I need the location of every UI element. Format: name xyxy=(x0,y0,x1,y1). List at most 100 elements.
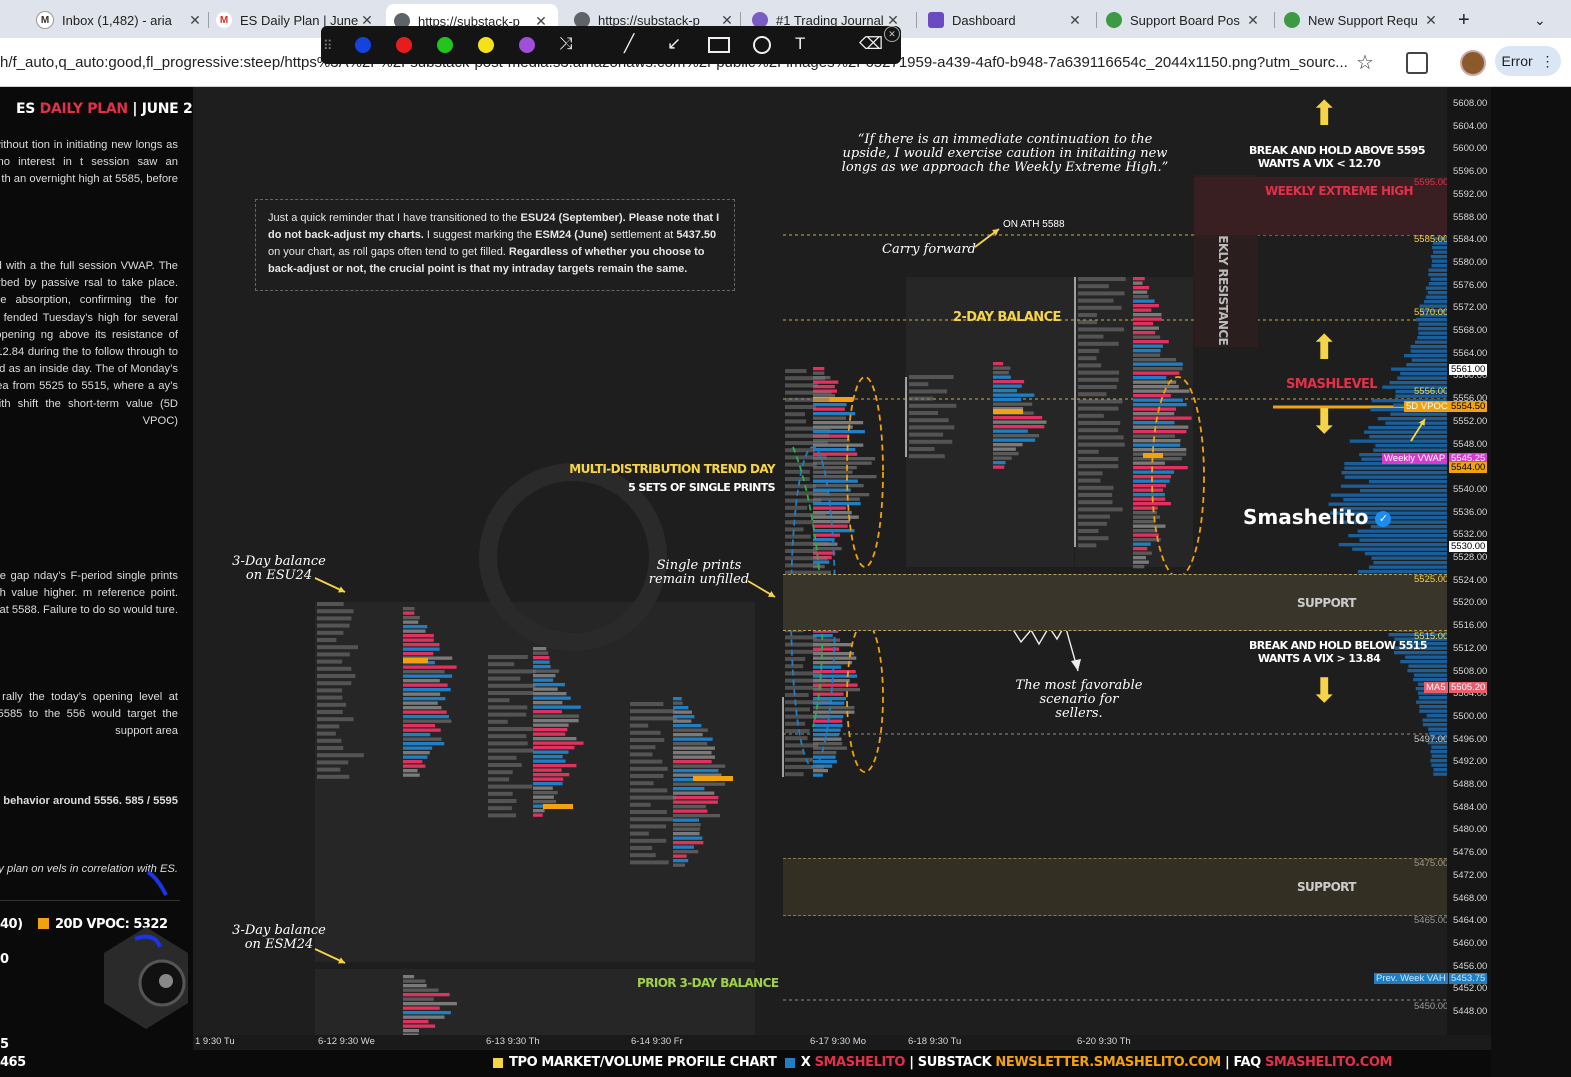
volume-bar xyxy=(673,850,699,854)
toolbar-close-icon[interactable]: ✕ xyxy=(884,26,900,42)
volume-profile-bar xyxy=(1407,669,1447,673)
tpo-letters xyxy=(488,806,512,811)
volume-bar xyxy=(993,393,1035,397)
color-green-swatch[interactable] xyxy=(437,37,453,53)
time-axis[interactable]: 1 9:30 Tu 6-12 9:30 We 6-13 9:30 Th 6-14 9:… xyxy=(193,1035,1447,1050)
volume-bar xyxy=(813,692,844,696)
volume-profile-bar xyxy=(1349,439,1447,443)
multi-distribution-label: MULTI-DISTRIBUTION TREND DAY xyxy=(569,462,775,476)
three-day-esu-label: 3-Day balance on ESU24 xyxy=(232,554,326,583)
volume-profile-bar xyxy=(1368,426,1447,430)
extensions-icon[interactable] xyxy=(1406,52,1428,74)
footer-swatch xyxy=(784,1057,795,1068)
close-icon[interactable]: ✕ xyxy=(1066,12,1084,29)
tpo-letters xyxy=(1078,421,1121,425)
shuffle-icon[interactable]: ⤨ xyxy=(559,34,573,54)
support-label: SUPPORT xyxy=(1297,880,1356,894)
tab-support-board[interactable]: Support Board Pos ✕ xyxy=(1106,6,1262,34)
tpo-letters xyxy=(785,541,829,546)
text-tool-icon[interactable]: T xyxy=(795,34,805,54)
avatar[interactable] xyxy=(1460,50,1486,76)
verified-badge-icon: ✓ xyxy=(1375,511,1392,527)
tpo-letters xyxy=(630,766,668,771)
price-tick: 5496.00 xyxy=(1453,733,1488,745)
volume-bar xyxy=(993,366,1011,370)
color-purple-swatch[interactable] xyxy=(519,37,535,53)
level-label: 5515.00 xyxy=(1414,631,1447,642)
price-axis[interactable]: 5608.00 5604.00 5600.00 5596.00 5592.00 5588.… xyxy=(1447,87,1491,1035)
volume-bar xyxy=(673,742,708,746)
volume-profile-bar xyxy=(1433,768,1447,772)
rectangle-tool-icon[interactable] xyxy=(708,37,730,53)
tpo-letters xyxy=(630,752,653,757)
volume-bar xyxy=(673,760,712,764)
volume-bar xyxy=(1133,484,1167,488)
footer-link[interactable]: SMASHELITO.COM xyxy=(1265,1055,1393,1070)
volume-bar xyxy=(1133,556,1146,560)
tpo-letters xyxy=(1078,392,1107,397)
break-below-label: BREAK AND HOLD BELOW 5515 WANTS A VIX > 1… xyxy=(1249,639,1427,665)
tpo-letters xyxy=(317,602,344,606)
eraser-icon[interactable]: ⌫ xyxy=(859,34,883,54)
price-tick: 5480.00 xyxy=(1453,824,1488,836)
price-tick: 5588.00 xyxy=(1453,211,1488,223)
tpo-letters xyxy=(1078,485,1114,490)
volume-bar xyxy=(533,656,550,660)
time-tick: 6-20 9:30 Th xyxy=(1077,1036,1131,1047)
tpo-letters xyxy=(785,462,817,467)
close-icon[interactable]: ✕ xyxy=(1244,12,1262,29)
volume-bar xyxy=(1133,497,1166,501)
arrow-tool-icon[interactable]: ↙ xyxy=(667,34,681,54)
tpo-letters xyxy=(785,469,810,474)
volume-profile-bar xyxy=(1373,448,1447,452)
new-tab-button[interactable]: + xyxy=(1458,6,1478,34)
vpoc-bar xyxy=(403,658,428,663)
line-tool-icon[interactable]: ╱ xyxy=(624,34,634,54)
color-red-swatch[interactable] xyxy=(396,37,412,53)
volume-bar xyxy=(813,407,845,411)
tab-dashboard[interactable]: Dashboard ✕ xyxy=(928,6,1084,34)
color-yellow-swatch[interactable] xyxy=(478,37,494,53)
volume-profile-bar xyxy=(1418,322,1447,326)
dashboard-icon xyxy=(928,12,944,28)
tpo-letters xyxy=(317,746,344,750)
on-ath-label: ON ATH 5588 xyxy=(1003,219,1065,230)
footer-handle[interactable]: SMASHELITO xyxy=(815,1055,906,1070)
volume-profile-bar xyxy=(1357,529,1447,533)
volume-bar xyxy=(673,787,705,791)
volume-bar xyxy=(813,403,847,407)
close-icon[interactable]: ✕ xyxy=(1422,12,1440,29)
volume-bar xyxy=(403,769,418,773)
drag-handle-icon[interactable]: ⠿ xyxy=(323,38,333,54)
two-day-balance-label: 2-DAY BALANCE xyxy=(953,310,1061,325)
volume-bar xyxy=(1133,515,1161,519)
tab-divider xyxy=(1096,12,1097,28)
tpo-letters xyxy=(488,734,527,739)
circle-tool-icon[interactable] xyxy=(753,36,771,54)
tpo-letters xyxy=(909,411,939,415)
tpo-letters xyxy=(909,389,948,394)
vpoc-bar xyxy=(993,409,1023,414)
tab-search-chevron-icon[interactable]: ⌄ xyxy=(1534,6,1554,34)
color-blue-swatch[interactable] xyxy=(355,37,371,53)
tpo-letters xyxy=(630,853,656,858)
tpo-letters xyxy=(909,432,944,437)
tpo-letters xyxy=(909,418,949,423)
volume-bar xyxy=(403,679,440,683)
volume-bar xyxy=(993,420,1047,424)
tab-new-support-request[interactable]: New Support Requ ✕ xyxy=(1284,6,1440,34)
volume-bar xyxy=(993,434,1040,438)
tab-inbox[interactable]: M Inbox (1,482) - aria ✕ xyxy=(36,6,204,34)
close-icon[interactable]: ✕ xyxy=(186,12,204,29)
bookmark-star-icon[interactable]: ☆ xyxy=(1356,50,1374,75)
tpo-letters xyxy=(630,774,664,778)
volume-profile-bar xyxy=(1428,273,1447,277)
smashlevel-label: SMASHLEVEL xyxy=(1286,377,1378,392)
weekly-vwap-tag: Weekly VWAP xyxy=(1382,453,1448,464)
tpo-letters xyxy=(785,433,830,438)
volume-profile-bar xyxy=(1352,547,1447,551)
tpo-letters xyxy=(909,396,934,401)
error-button[interactable]: Error ⋮ xyxy=(1495,46,1561,76)
footer-link[interactable]: NEWSLETTER.SMASHELITO.COM xyxy=(995,1055,1221,1070)
tpo-letters xyxy=(317,674,356,678)
